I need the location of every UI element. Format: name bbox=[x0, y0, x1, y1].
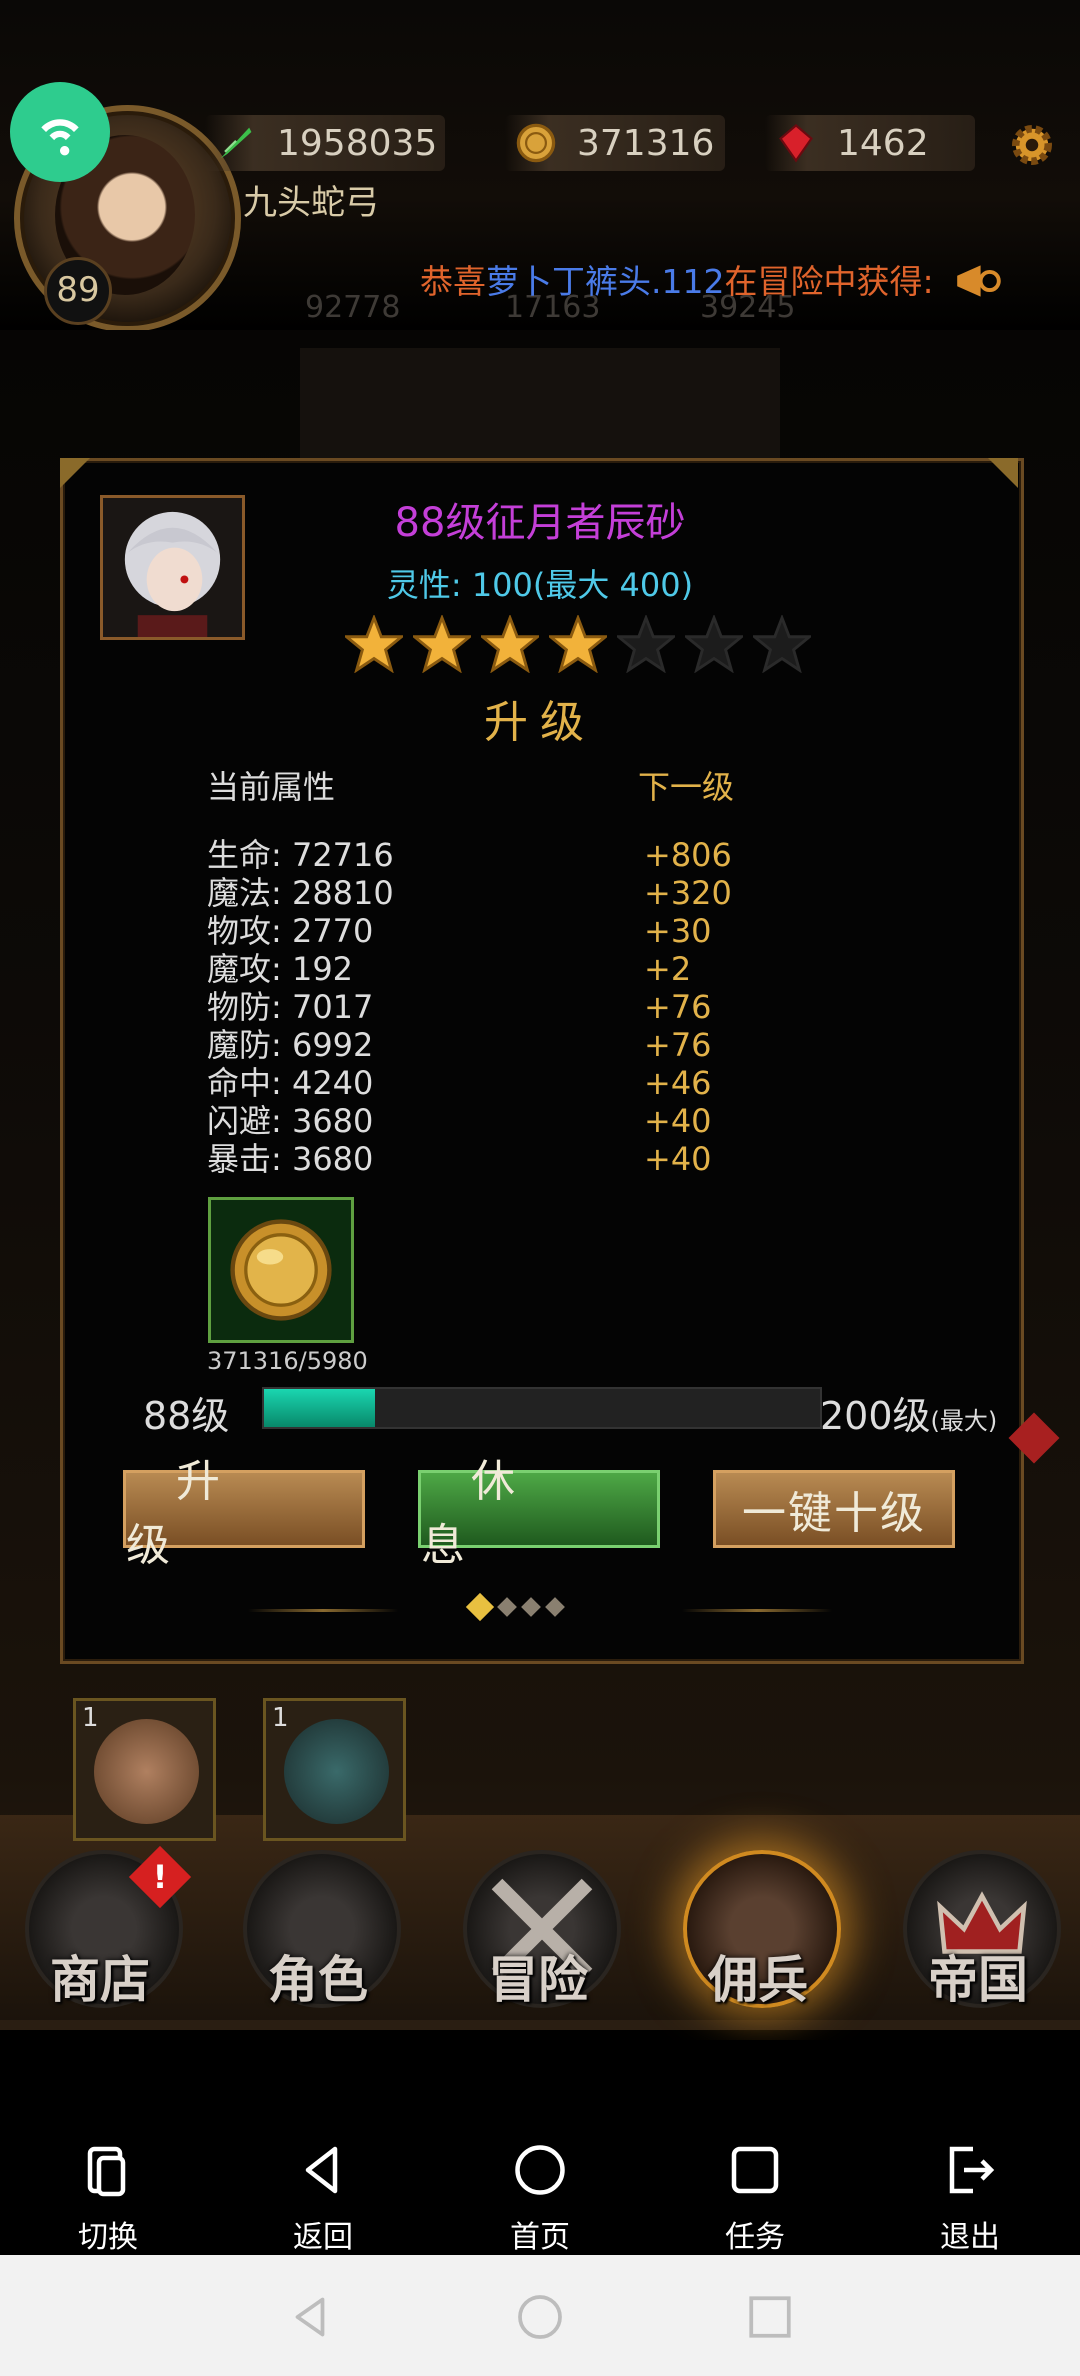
system-back-icon[interactable] bbox=[285, 2292, 335, 2342]
tab-character-label: 角色 bbox=[268, 1951, 368, 2009]
stat-row: 魔攻: 192 bbox=[207, 950, 354, 988]
emu-tasks-button[interactable]: 任务 bbox=[695, 2140, 815, 2256]
emu-home-button[interactable]: 首页 bbox=[480, 2140, 600, 2256]
stat-next: +320 bbox=[644, 874, 732, 912]
pager-divider bbox=[682, 1609, 832, 1612]
red-gem-icon bbox=[771, 118, 821, 168]
gear-icon[interactable] bbox=[1007, 120, 1057, 170]
star-filled-icon bbox=[413, 615, 471, 673]
gold-coin-icon bbox=[511, 118, 561, 168]
stat-next: +76 bbox=[644, 988, 712, 1026]
gold-coin-icon bbox=[230, 1219, 332, 1321]
stat-list: 生命: 72716 魔法: 28810 物攻: 2770 魔攻: 192 物防:… bbox=[207, 836, 394, 1178]
resource-value: 1958035 bbox=[277, 122, 438, 164]
star-filled-icon bbox=[481, 615, 539, 673]
alert-icon: ! bbox=[128, 1845, 192, 1909]
page-dot[interactable] bbox=[497, 1597, 517, 1617]
star-empty-icon bbox=[617, 615, 675, 673]
stat-row: 物攻: 2770 bbox=[207, 912, 374, 950]
mercenary-title: 88级征月者辰砂 bbox=[394, 500, 686, 546]
player-name: 九头蛇弓 bbox=[243, 183, 379, 223]
stat-next: +40 bbox=[644, 1102, 712, 1140]
stat-row: 物防: 7017 bbox=[207, 988, 374, 1026]
level-to: 200级(最大) bbox=[820, 1394, 998, 1438]
stat-next: +46 bbox=[644, 1064, 712, 1102]
cost-item bbox=[208, 1197, 354, 1343]
stat-row: 魔防: 6992 bbox=[207, 1026, 374, 1064]
page-indicator[interactable] bbox=[465, 1592, 565, 1622]
pager-divider bbox=[248, 1609, 398, 1612]
tab-empire-label: 帝国 bbox=[928, 1951, 1028, 2009]
inventory-slot[interactable]: 1 bbox=[73, 1698, 216, 1841]
next-level-list: +806 +320 +30 +2 +76 +76 +46 +40 +40 bbox=[644, 836, 732, 1178]
page-dot[interactable] bbox=[545, 1597, 565, 1617]
resource-value: 371316 bbox=[577, 122, 715, 164]
stat-row: 命中: 4240 bbox=[207, 1064, 374, 1102]
star-empty-icon bbox=[685, 615, 743, 673]
stat-next: +30 bbox=[644, 912, 712, 950]
tasks-square-icon bbox=[731, 2146, 779, 2194]
emu-back-button[interactable]: 返回 bbox=[263, 2140, 383, 2256]
stat-next: +2 bbox=[644, 950, 692, 988]
feather-icon bbox=[211, 118, 261, 168]
current-attributes-header: 当前属性 bbox=[207, 768, 336, 806]
stat-row: 生命: 72716 bbox=[207, 836, 394, 874]
stat-row: 魔法: 28810 bbox=[207, 874, 394, 912]
announcement-ticker: 恭喜萝卜丁裤头.112在冒险中获得: bbox=[420, 262, 934, 301]
emu-exit-button[interactable]: 退出 bbox=[910, 2140, 1030, 2256]
emu-switch-button[interactable]: 切换 bbox=[48, 2140, 168, 2256]
tab-mercenary-label: 佣兵 bbox=[708, 1951, 808, 2009]
cost-count: 371316/5980 bbox=[207, 1347, 368, 1375]
stat-next: +40 bbox=[644, 1140, 712, 1178]
stat-next: +806 bbox=[644, 836, 732, 874]
upgrade-button[interactable]: 升级 bbox=[123, 1456, 365, 1571]
page-dot[interactable] bbox=[521, 1597, 541, 1617]
rest-button[interactable]: 休息 bbox=[418, 1456, 660, 1571]
section-title: 升级 bbox=[484, 697, 596, 748]
resource-gem: 1462 bbox=[765, 115, 975, 171]
ten-levels-button[interactable]: 一键十级 bbox=[713, 1470, 955, 1548]
star-filled-icon bbox=[549, 615, 607, 673]
resource-gold: 371316 bbox=[505, 115, 725, 171]
tab-shop-label: 商店 bbox=[50, 1951, 150, 2009]
horn-icon[interactable] bbox=[950, 255, 1006, 307]
wifi-icon[interactable] bbox=[10, 82, 110, 182]
page-dot-active[interactable] bbox=[465, 1592, 495, 1622]
inventory-slot[interactable]: 1 bbox=[263, 1698, 406, 1841]
next-level-header: 下一级 bbox=[638, 768, 735, 806]
spirit-value: 灵性: 100(最大 400) bbox=[386, 566, 694, 604]
stat-row: 闪避: 3680 bbox=[207, 1102, 374, 1140]
ghost-stat: 92778 bbox=[305, 290, 401, 325]
stat-next: +76 bbox=[644, 1026, 712, 1064]
system-home-icon[interactable] bbox=[515, 2292, 565, 2342]
resource-value: 1462 bbox=[837, 122, 929, 164]
exit-icon bbox=[949, 2146, 995, 2194]
home-circle-icon bbox=[515, 2145, 565, 2195]
level-max-note: (最大) bbox=[930, 1407, 998, 1435]
tab-adventure-label: 冒险 bbox=[488, 1951, 588, 2009]
player-level-badge: 89 bbox=[44, 257, 112, 325]
star-filled-icon bbox=[345, 615, 403, 673]
star-rating bbox=[345, 615, 811, 673]
stat-row: 暴击: 3680 bbox=[207, 1140, 374, 1178]
back-triangle-icon bbox=[305, 2146, 338, 2194]
level-progress-bar bbox=[262, 1387, 822, 1429]
resource-feather: 1958035 bbox=[205, 115, 445, 171]
phone-switch-icon bbox=[87, 2146, 126, 2197]
level-progress-fill bbox=[264, 1389, 376, 1427]
star-empty-icon bbox=[753, 615, 811, 673]
background-panel bbox=[300, 348, 780, 468]
level-from: 88级 bbox=[143, 1394, 230, 1438]
system-recents-icon[interactable] bbox=[745, 2292, 795, 2342]
